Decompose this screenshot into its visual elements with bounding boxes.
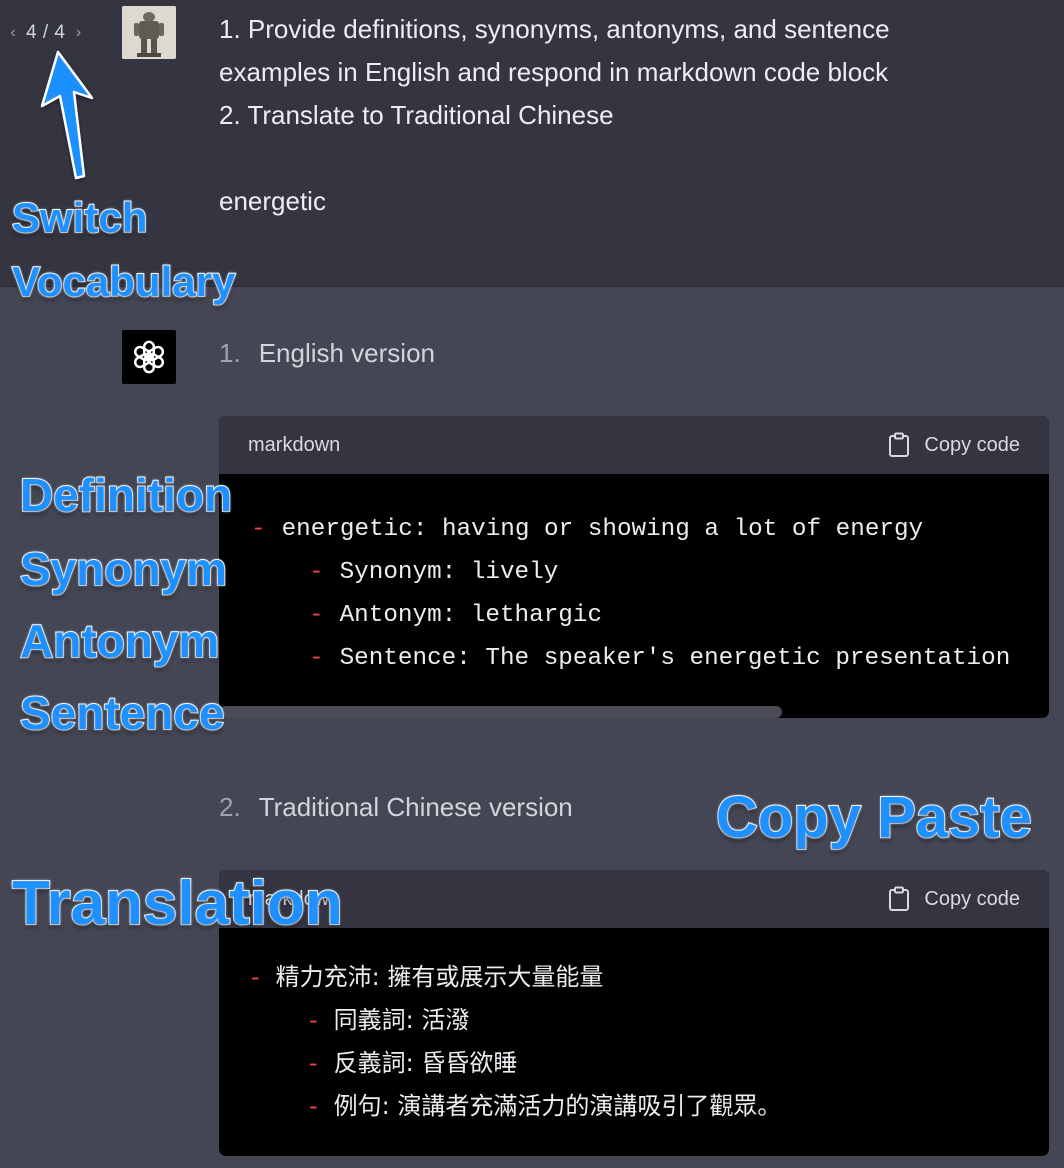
code-line: - Synonym: lively <box>309 559 559 586</box>
clipboard-icon <box>889 886 910 911</box>
annotation-antonym: Antonym <box>19 614 220 668</box>
code-content: - 精力充沛: 擁有或展示大量能量 - 同義詞: 活潑 - 反義詞: 昏昏欲睡 - 例句… <box>219 928 1049 1128</box>
code-header: markdown Copy code <box>219 870 1049 928</box>
copy-code-button[interactable]: Copy code <box>888 886 1020 912</box>
code-line: - 精力充沛: 擁有或展示大量能量 <box>251 963 604 991</box>
prompt-line: 2. Translate to Traditional Chinese <box>219 100 614 130</box>
code-line: - energetic: having or showing a lot of e… <box>251 516 924 543</box>
chevron-right-icon[interactable]: › <box>71 24 85 42</box>
code-line: - Sentence: The speaker's energetic prese… <box>309 645 1011 672</box>
copy-code-label: Copy code <box>924 433 1020 456</box>
prompt-line <box>219 137 1019 180</box>
code-line: - 反義詞: 昏昏欲睡 <box>309 1049 518 1077</box>
horizontal-scrollbar[interactable] <box>219 706 782 718</box>
annotation-vocabulary: Vocabulary <box>11 257 236 306</box>
code-line: - 同義詞: 活潑 <box>309 1006 470 1034</box>
pager-count: 4 / 4 <box>26 22 66 43</box>
response-pager: ‹ 4 / 4 › <box>6 20 85 46</box>
prompt-line: energetic <box>219 186 326 216</box>
arrow-up-icon <box>40 50 94 180</box>
prompt-text: 1. Provide definitions, synonyms, antony… <box>219 8 1019 223</box>
code-header: markdown Copy code <box>219 416 1049 474</box>
annotation-switch: Switch <box>11 193 148 242</box>
section-number: 2. <box>219 792 241 822</box>
user-message: ‹ 4 / 4 › 1. Provide definitions, synony… <box>0 0 1064 287</box>
section-heading-chinese: 2. Traditional Chinese version <box>219 792 573 823</box>
openai-logo-icon <box>122 330 176 384</box>
section-title: Traditional Chinese version <box>258 792 573 822</box>
code-line: - Antonym: lethargic <box>309 602 603 629</box>
code-language-label: markdown <box>248 433 341 456</box>
annotation-definition: Definition <box>19 468 233 522</box>
code-block-english: markdown Copy code - energetic: having or… <box>219 416 1049 718</box>
annotation-sentence: Sentence <box>19 686 226 740</box>
prompt-line: examples in English and respond in markd… <box>219 57 889 87</box>
section-number: 1. <box>219 338 241 368</box>
clipboard-icon <box>889 432 910 457</box>
section-title: English version <box>258 338 435 368</box>
annotation-copy-paste: Copy Paste <box>715 784 1033 851</box>
annotation-translation: Translation <box>11 868 344 939</box>
copy-code-button[interactable]: Copy code <box>888 432 1020 458</box>
code-line: - 例句: 演講者充滿活力的演講吸引了觀眾。 <box>309 1092 782 1120</box>
chevron-left-icon[interactable]: ‹ <box>6 24 20 42</box>
section-heading-english: 1. English version <box>219 338 435 369</box>
code-block-chinese: markdown Copy code - 精力充沛: 擁有或展示大量能量 - 同義詞… <box>219 870 1049 1156</box>
prompt-line: 1. Provide definitions, synonyms, antony… <box>219 14 890 44</box>
user-avatar <box>122 6 176 59</box>
annotation-synonym: Synonym <box>19 542 228 596</box>
copy-code-label: Copy code <box>924 887 1020 910</box>
code-content: - energetic: having or showing a lot of e… <box>219 474 1049 718</box>
